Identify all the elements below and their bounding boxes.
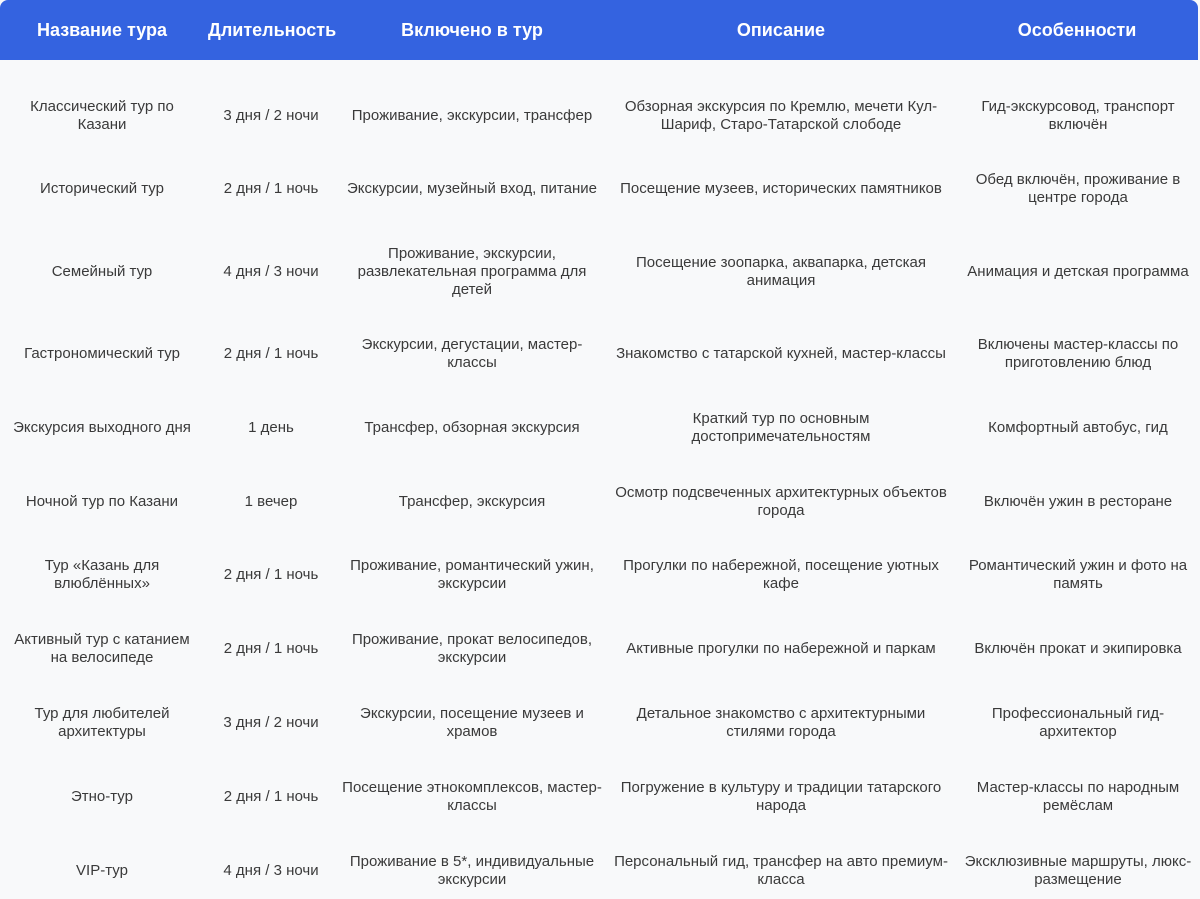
included-cell: Экскурсии, дегустации, мастер-классы xyxy=(361,336,583,371)
description-cell: Осмотр подсвеченных архитектурных объект… xyxy=(615,484,947,519)
duration-cell: 1 вечер xyxy=(244,493,298,510)
features-cell: Профессиональный гид-архитектор xyxy=(991,705,1165,740)
tour-name-cell: Тур для любителей архитектуры xyxy=(34,705,170,740)
tour-name-cell: Классический тур по Казани xyxy=(30,98,174,133)
description-cell: Активные прогулки по набережной и паркам xyxy=(626,640,936,657)
features-cell: Романтический ужин и фото на память xyxy=(968,557,1188,592)
included-cell: Проживание, прокат велосипедов, экскурси… xyxy=(351,631,593,666)
tour-name-cell: Семейный тур xyxy=(51,263,153,280)
duration-cell: 2 дня / 1 ночь xyxy=(223,566,319,583)
description-cell: Персональный гид, трансфер на авто преми… xyxy=(614,853,948,888)
column-header-features: Особенности xyxy=(1017,19,1137,40)
features-cell: Включены мастер-классы по приготовлению … xyxy=(977,336,1179,371)
description-cell: Обзорная экскурсия по Кремлю, мечети Кул… xyxy=(624,98,938,133)
table-row: VIP-тур 4 дня / 3 ночи Проживание в 5*, … xyxy=(0,834,1200,899)
table-row: Активный тур с катанием на велосипеде 2 … xyxy=(0,612,1200,686)
duration-cell: 4 дня / 3 ночи xyxy=(223,862,319,879)
duration-cell: 2 дня / 1 ночь xyxy=(223,180,319,197)
duration-cell: 1 день xyxy=(248,419,294,436)
features-cell: Включён ужин в ресторане xyxy=(983,493,1173,510)
table-row: Гастрономический тур 2 дня / 1 ночь Экск… xyxy=(0,317,1200,391)
duration-cell: 2 дня / 1 ночь xyxy=(223,640,319,657)
table-body: Классический тур по Казани 3 дня / 2 ноч… xyxy=(0,60,1200,899)
description-cell: Краткий тур по основным достопримечатель… xyxy=(691,410,871,445)
description-cell: Погружение в культуру и традиции татарск… xyxy=(620,779,942,814)
tours-table: Название тура Длительность Включено в ту… xyxy=(0,0,1200,899)
features-cell: Эксклюзивные маршруты, люкс-размещение xyxy=(964,853,1192,888)
column-header-included: Включено в тур xyxy=(401,19,543,40)
tour-name-cell: Экскурсия выходного дня xyxy=(13,419,191,436)
column-header-description: Описание xyxy=(736,19,826,40)
duration-cell: 3 дня / 2 ночи xyxy=(223,107,319,124)
features-cell: Обед включён, проживание в центре города xyxy=(975,171,1181,206)
duration-cell: 2 дня / 1 ночь xyxy=(223,345,319,362)
tour-name-cell: Ночной тур по Казани xyxy=(25,493,179,510)
included-cell: Трансфер, экскурсия xyxy=(398,493,546,510)
features-cell: Мастер-классы по народным ремёслам xyxy=(976,779,1180,814)
description-cell: Прогулки по набережной, посещение уютных… xyxy=(623,557,939,592)
features-cell: Комфортный автобус, гид xyxy=(988,419,1168,436)
included-cell: Проживание, романтический ужин, экскурси… xyxy=(350,557,594,592)
table-row: Классический тур по Казани 3 дня / 2 ноч… xyxy=(0,79,1200,153)
column-header-duration: Длительность xyxy=(208,19,337,40)
included-cell: Посещение этнокомплексов, мастер-классы xyxy=(342,779,602,814)
included-cell: Экскурсии, музейный вход, питание xyxy=(347,180,597,197)
features-cell: Гид-экскурсовод, транспорт включён xyxy=(981,98,1175,133)
features-cell: Включён прокат и экипировка xyxy=(974,640,1182,657)
included-cell: Проживание, экскурсии, развлекательная п… xyxy=(357,245,587,298)
included-cell: Проживание, экскурсии, трансфер xyxy=(351,107,593,124)
tour-name-cell: Активный тур с катанием на велосипеде xyxy=(14,631,190,666)
table-row: Ночной тур по Казани 1 вечер Трансфер, э… xyxy=(0,465,1200,539)
description-cell: Детальное знакомство с архитектурными ст… xyxy=(636,705,926,740)
duration-cell: 4 дня / 3 ночи xyxy=(223,263,319,280)
tour-name-cell: Тур «Казань для влюблённых» xyxy=(44,557,160,592)
tour-name-cell: Гастрономический тур xyxy=(24,345,180,362)
table-row: Этно-тур 2 дня / 1 ночь Посещение этноко… xyxy=(0,760,1200,834)
tour-name-cell: Этно-тур xyxy=(71,788,133,805)
included-cell: Экскурсии, посещение музеев и храмов xyxy=(360,705,584,740)
table-row: Тур «Казань для влюблённых» 2 дня / 1 но… xyxy=(0,538,1200,612)
description-cell: Знакомство с татарской кухней, мастер-кл… xyxy=(616,345,946,362)
table-header: Название тура Длительность Включено в ту… xyxy=(0,0,1198,60)
table-row: Семейный тур 4 дня / 3 ночи Проживание, … xyxy=(0,235,1200,309)
duration-cell: 2 дня / 1 ночь xyxy=(223,788,319,805)
description-cell: Посещение зоопарка, аквапарка, детская а… xyxy=(635,254,926,289)
duration-cell: 3 дня / 2 ночи xyxy=(223,714,319,731)
tour-name-cell: Исторический тур xyxy=(40,180,164,197)
features-cell: Анимация и детская программа xyxy=(967,263,1189,280)
table-row: Экскурсия выходного дня 1 день Трансфер,… xyxy=(0,391,1200,465)
description-cell: Посещение музеев, исторических памятнико… xyxy=(620,180,942,197)
table-row: Исторический тур 2 дня / 1 ночь Экскурси… xyxy=(0,152,1200,226)
table-row: Тур для любителей архитектуры 3 дня / 2 … xyxy=(0,686,1200,760)
included-cell: Проживание в 5*, индивидуальные экскурси… xyxy=(349,853,595,888)
tour-name-cell: VIP-тур xyxy=(76,862,128,879)
column-header-tour-name: Название тура xyxy=(36,19,167,40)
included-cell: Трансфер, обзорная экскурсия xyxy=(364,419,580,436)
